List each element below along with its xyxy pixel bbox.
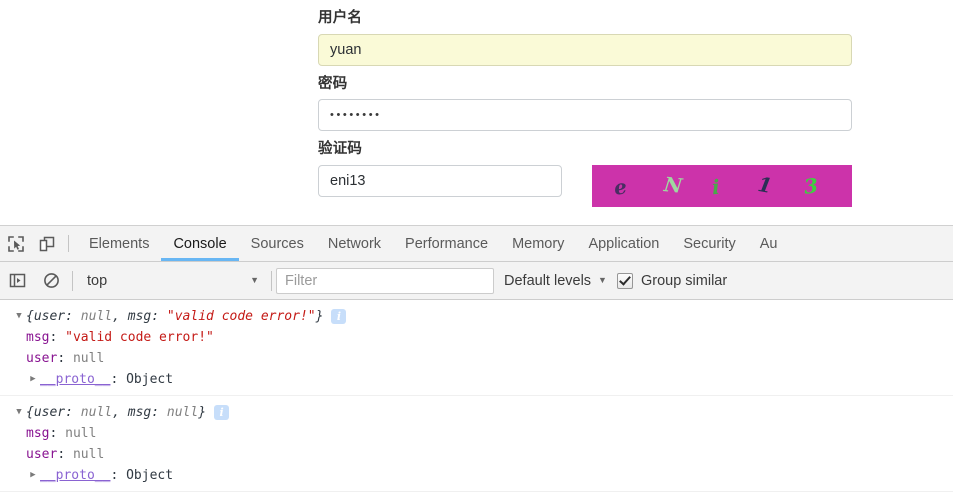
chevron-down-icon: ▼ (250, 275, 259, 285)
proto-key[interactable]: __proto__ (40, 465, 110, 486)
captcha-char-4: 1 (756, 171, 774, 198)
inspect-element-icon[interactable] (0, 226, 31, 261)
group-similar-checkbox[interactable] (616, 272, 633, 289)
chevron-down-icon: ▼ (598, 275, 607, 285)
proto-key[interactable]: __proto__ (40, 369, 110, 390)
tab-application[interactable]: Application (576, 226, 671, 261)
execution-context-select[interactable]: top ▼ (77, 268, 267, 294)
devtools-panel: Elements Console Sources Network Performance… (0, 225, 953, 500)
web-page-viewport: 用户名 密码 •••••••• 验证码 e Ni 1 3 (0, 0, 953, 225)
property-key: msg (26, 426, 50, 441)
captcha-char-5: 3 (802, 172, 820, 199)
log-levels-label: Default levels (504, 272, 592, 289)
tab-label: Au (759, 235, 778, 252)
group-similar-label: Group similar (640, 272, 728, 289)
tab-network[interactable]: Network (316, 226, 393, 261)
chevron-down-icon[interactable] (12, 402, 26, 423)
log-property-row: msg: null (0, 423, 953, 444)
proto-colon: : (110, 372, 127, 387)
property-key: user (26, 447, 58, 462)
log-proto-row[interactable]: __proto__: Object (0, 465, 953, 486)
captcha-char-3: i (711, 174, 721, 199)
chevron-right-icon[interactable] (26, 369, 40, 390)
tab-elements[interactable]: Elements (77, 226, 161, 261)
tab-label: Performance (405, 235, 489, 252)
log-property-row: user: null (0, 444, 953, 465)
proto-colon: : (110, 468, 127, 483)
tab-sources[interactable]: Sources (239, 226, 316, 261)
info-icon[interactable]: i (331, 309, 347, 324)
username-input[interactable] (318, 33, 852, 66)
toolbar-divider-1 (72, 270, 73, 291)
tab-label: Elements (89, 235, 150, 252)
password-input[interactable]: •••••••• (318, 99, 852, 131)
devtools-tabbar: Elements Console Sources Network Performance… (0, 226, 953, 262)
chevron-right-icon[interactable] (26, 465, 40, 486)
console-output[interactable]: {user: null, msg: "valid code error!"}im… (0, 300, 953, 500)
proto-value: Object (126, 468, 174, 483)
console-toolbar: top ▼ Default levels ▼ Group similar (0, 262, 953, 300)
info-icon[interactable]: i (214, 405, 230, 420)
toolbar-divider-2 (271, 270, 272, 291)
tab-label: Console (173, 235, 227, 252)
filter-input[interactable] (276, 267, 494, 294)
property-colon: : (57, 447, 73, 462)
tab-console[interactable]: Console (161, 226, 239, 261)
captcha-input[interactable] (318, 164, 562, 197)
console-log-entry[interactable]: {user: null, msg: null}imsg: nulluser: n… (0, 396, 953, 492)
captcha-image[interactable]: e Ni 1 3 (592, 164, 852, 207)
chevron-down-icon[interactable] (12, 306, 26, 327)
console-sidebar-icon[interactable] (0, 272, 34, 289)
property-value: null (72, 447, 105, 462)
username-label: 用户名 (318, 10, 363, 26)
log-property-row: msg: "valid code error!" (0, 327, 953, 348)
tab-label: Sources (250, 235, 304, 252)
captcha-char-2: N (662, 171, 684, 198)
captcha-row: e Ni 1 3 (318, 164, 852, 207)
tab-performance[interactable]: Performance (393, 226, 500, 261)
property-value: "valid code error!" (65, 330, 214, 345)
device-toolbar-icon[interactable] (31, 226, 62, 261)
log-preview-row[interactable]: {user: null, msg: null} i (0, 402, 953, 423)
tab-label: Memory (512, 235, 565, 252)
tab-memory[interactable]: Memory (500, 226, 576, 261)
log-proto-row[interactable]: __proto__: Object (0, 369, 953, 390)
tab-label: Network (327, 235, 382, 252)
log-preview-text: {user: null, msg: null} (26, 405, 207, 420)
property-value: null (72, 351, 105, 366)
captcha-label: 验证码 (318, 141, 363, 157)
log-levels-select[interactable]: Default levels ▼ (494, 273, 617, 289)
property-colon: : (49, 330, 66, 345)
proto-value: Object (126, 372, 174, 387)
tab-label: Application (588, 235, 660, 252)
property-value: null (65, 426, 97, 441)
captcha-char-1: e (612, 173, 629, 200)
tab-label: Security (683, 235, 736, 252)
tab-au[interactable]: Au (748, 226, 790, 261)
property-key: msg (26, 330, 50, 345)
log-property-row: user: null (0, 348, 953, 369)
log-preview-text: {user: null, msg: "valid code error!"} (26, 309, 324, 324)
property-colon: : (57, 351, 73, 366)
property-key: user (26, 351, 58, 366)
clear-console-icon[interactable] (34, 272, 68, 289)
tab-security[interactable]: Security (671, 226, 747, 261)
property-colon: : (49, 426, 66, 441)
console-log-entry[interactable]: {user: null, msg: "valid code error!"}im… (0, 300, 953, 396)
login-form: 用户名 密码 •••••••• 验证码 e Ni 1 3 (318, 0, 852, 207)
password-label: 密码 (318, 75, 348, 92)
group-similar-toggle[interactable]: Group similar (616, 272, 728, 289)
devtools-tab-list: Elements Console Sources Network Performance… (77, 226, 790, 261)
tabbar-divider (68, 235, 69, 252)
execution-context-value: top (87, 272, 108, 289)
log-preview-row[interactable]: {user: null, msg: "valid code error!"} i (0, 306, 953, 327)
